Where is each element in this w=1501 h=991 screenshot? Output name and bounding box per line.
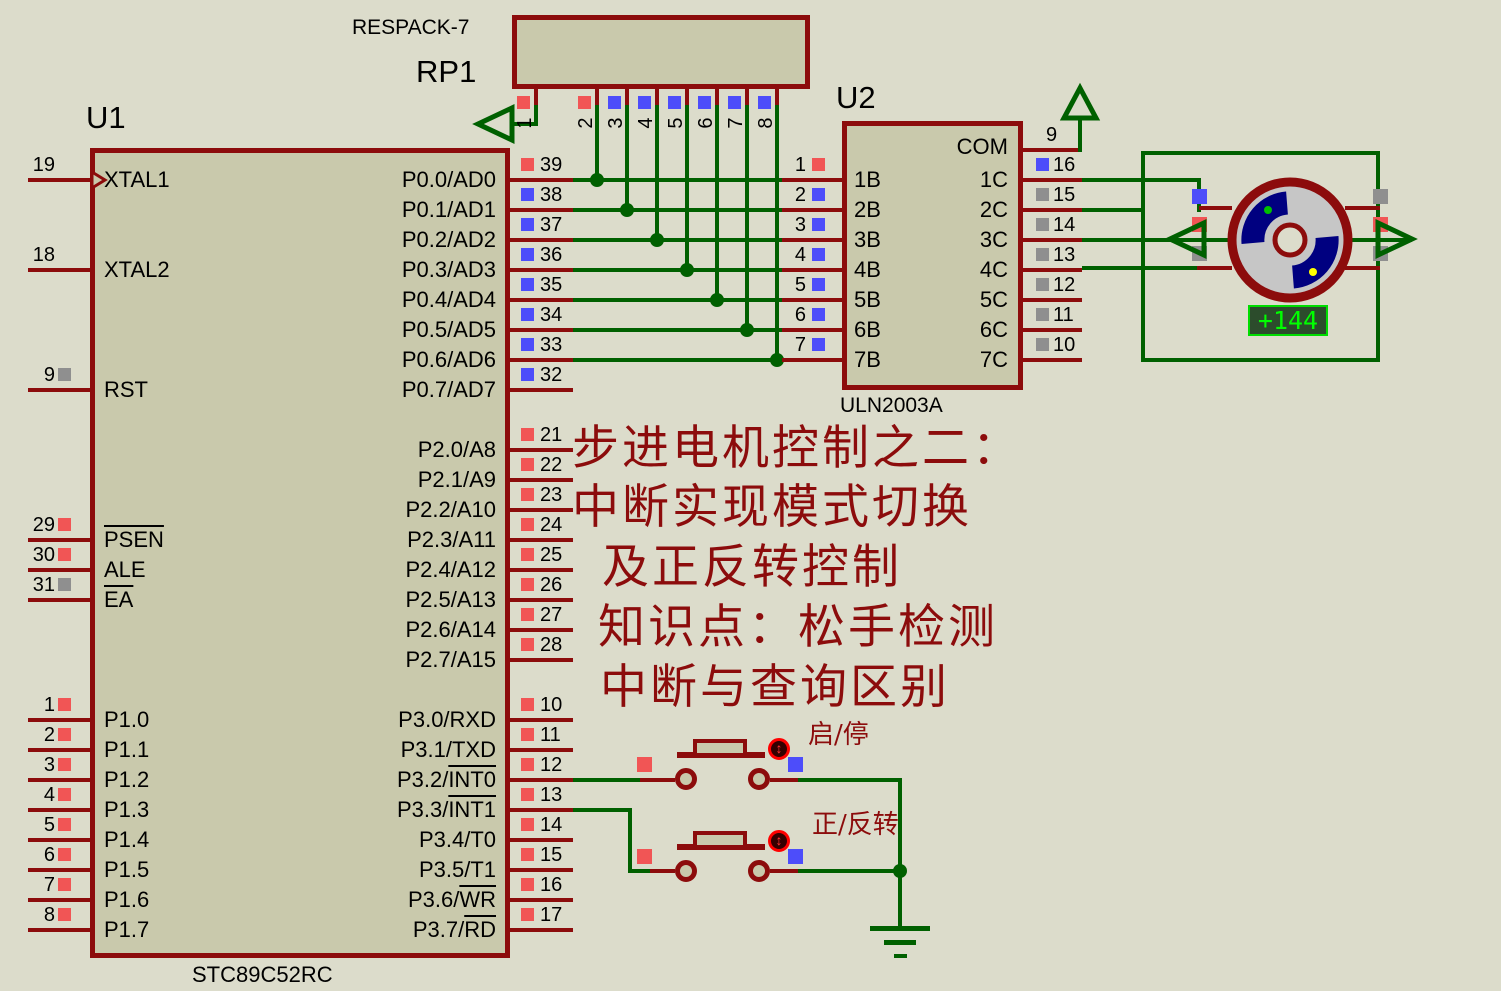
annotation-line: 中断与查询区别 [600,663,950,713]
button-label: 正/反转 [812,804,899,841]
text-layer: 启/停正/反转 步进电机控制之二： 中断实现模式切换及正反转控制知识点：松手检测中断… [0,0,1501,991]
annotation-line: 中断实现模式切换 [572,483,972,533]
schematic-canvas: U1 STC89C52RC RESPACK-7 RP1 U2 ULN2003A … [0,0,1501,991]
annotation-line: 步进电机控制之二： [572,424,1022,474]
annotation-line: 及正反转控制 [602,543,902,593]
annotation-line: 知识点：松手检测 [598,603,998,653]
button-label: 启/停 [808,714,869,751]
